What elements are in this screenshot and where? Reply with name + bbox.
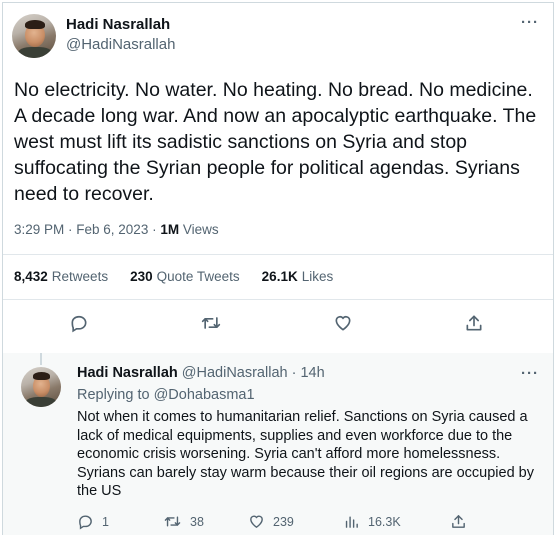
reply-author-handle[interactable]: @HadiNasrallah bbox=[182, 365, 288, 381]
retweets-count: 38 bbox=[190, 514, 204, 529]
like-icon[interactable] bbox=[333, 313, 353, 333]
author-handle[interactable]: @HadiNasrallah bbox=[66, 36, 175, 53]
reply-author-name[interactable]: Hadi Nasrallah bbox=[77, 365, 178, 381]
reply-tweet[interactable]: Hadi Nasrallah @HadiNasrallah · 14h ··· … bbox=[3, 353, 553, 535]
author-name[interactable]: Hadi Nasrallah bbox=[66, 16, 170, 33]
reply-icon bbox=[79, 515, 92, 530]
share-icon[interactable] bbox=[464, 313, 484, 333]
reply-more-options-icon[interactable]: ··· bbox=[521, 365, 539, 382]
reply-likes-action[interactable]: 239 bbox=[248, 513, 294, 530]
like-icon bbox=[250, 515, 263, 529]
replies-count: 1 bbox=[102, 514, 109, 529]
tweet-card: Hadi Nasrallah @HadiNasrallah ··· No ele… bbox=[2, 2, 554, 535]
retweet-icon[interactable] bbox=[200, 313, 222, 333]
views-count: 1M bbox=[160, 222, 180, 237]
views-icon bbox=[345, 516, 358, 528]
replying-to: Replying to @Dohabasma1 bbox=[77, 387, 255, 403]
author-avatar[interactable] bbox=[12, 14, 56, 58]
reply-retweets-action[interactable]: 38 bbox=[163, 513, 204, 530]
replying-to-handle[interactable]: @Dohabasma1 bbox=[154, 387, 255, 403]
engagement-stats: 8,432 Retweets 230 Quote Tweets 26.1K Likes bbox=[14, 269, 333, 284]
reply-header: Hadi Nasrallah @HadiNasrallah · 14h bbox=[77, 365, 325, 381]
divider bbox=[3, 299, 553, 300]
thread-line bbox=[40, 353, 42, 365]
reply-replies-action[interactable]: 1 bbox=[77, 513, 109, 530]
reply-time[interactable]: · 14h bbox=[292, 365, 325, 381]
retweet-icon bbox=[164, 516, 181, 527]
share-icon bbox=[452, 515, 465, 528]
reply-views-action[interactable]: 16.3K bbox=[343, 513, 401, 530]
views-label: Views bbox=[179, 222, 219, 237]
tweet-time[interactable]: 3:29 PM · Feb 6, 2023 · bbox=[14, 222, 160, 237]
tweet-text: No electricity. No water. No heating. No… bbox=[14, 79, 537, 205]
tweet-timestamp: 3:29 PM · Feb 6, 2023 · 1M Views bbox=[14, 222, 219, 237]
retweets-stat[interactable]: 8,432 Retweets bbox=[14, 269, 108, 284]
quotes-stat[interactable]: 230 Quote Tweets bbox=[130, 269, 240, 284]
reply-share-action[interactable] bbox=[450, 513, 467, 530]
reply-text: Not when it comes to humanitarian relief… bbox=[77, 409, 534, 499]
divider bbox=[3, 254, 553, 255]
likes-count: 239 bbox=[273, 514, 294, 529]
reply-author-avatar[interactable] bbox=[21, 367, 61, 407]
reply-icon[interactable] bbox=[69, 313, 89, 333]
views-count: 16.3K bbox=[368, 514, 401, 529]
likes-stat[interactable]: 26.1K Likes bbox=[262, 269, 334, 284]
more-options-icon[interactable]: ··· bbox=[521, 14, 539, 31]
